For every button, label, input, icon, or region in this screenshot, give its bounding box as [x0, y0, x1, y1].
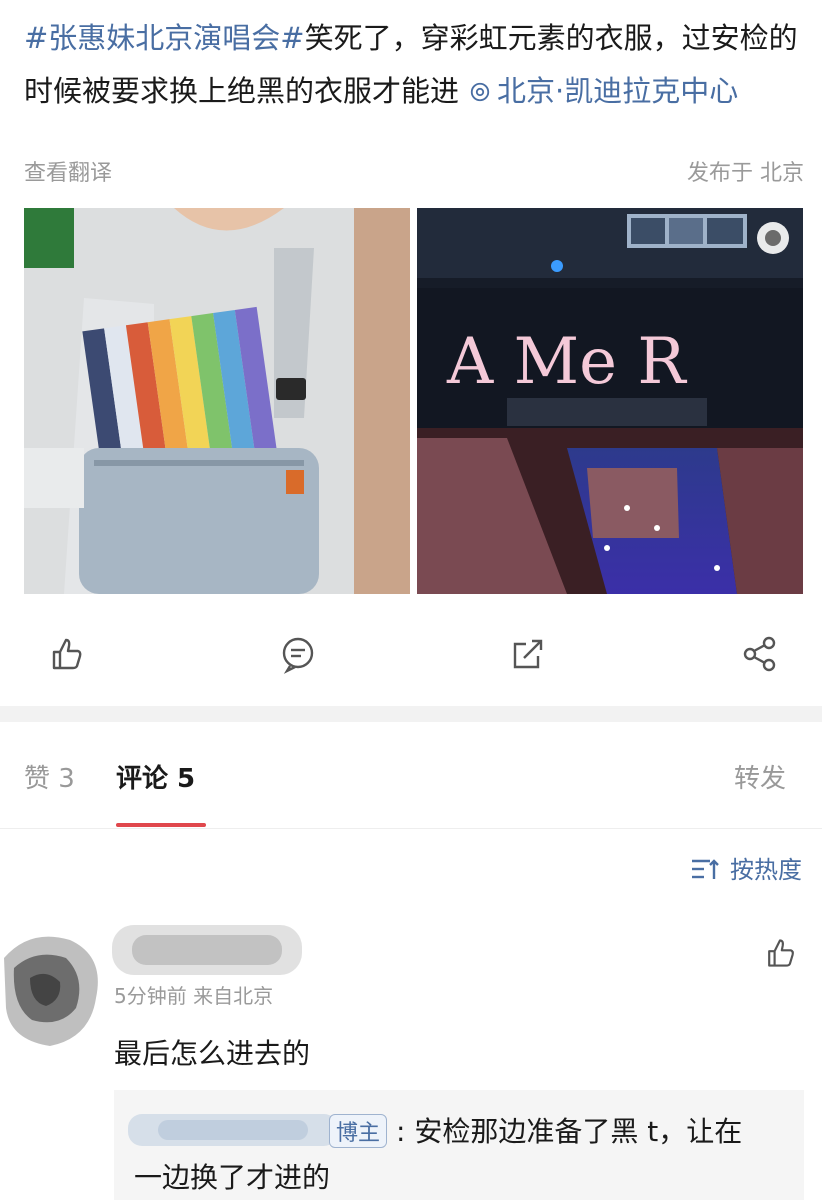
commenter-name-redacted[interactable] — [112, 915, 302, 985]
post-action-bar — [0, 630, 822, 680]
published-location: 发布于 北京 — [687, 161, 804, 186]
reply-author-redacted — [128, 1114, 338, 1146]
tab-likes[interactable]: 赞 3 — [24, 758, 75, 795]
tab-reposts[interactable]: 转发 — [734, 758, 786, 795]
repost-icon[interactable] — [508, 634, 548, 674]
location-link[interactable]: 北京·凯迪拉克中心 — [459, 74, 738, 108]
active-tab-indicator — [116, 823, 206, 827]
interaction-tabs: 赞 3 评论 5 转发 — [0, 740, 822, 829]
post-photo-arena[interactable]: A Me R — [417, 208, 803, 594]
tab-comments[interactable]: 评论 5 — [116, 758, 195, 795]
translate-link[interactable]: 查看翻译 — [24, 161, 112, 186]
post-meta-row: 查看翻译 发布于 北京 — [24, 155, 804, 186]
reply-preview[interactable]: 博主 : 安检那边准备了黑 t，让在 一边换了才进的 — [114, 1090, 804, 1200]
reply-text-line1: : 安检那边准备了黑 t，让在 — [396, 1115, 743, 1148]
reply-text-line2: 一边换了才进的 — [134, 1161, 331, 1194]
sort-label: 按热度 — [730, 856, 802, 884]
comment-text: 最后怎么进去的 — [114, 1037, 311, 1070]
share-icon[interactable] — [740, 634, 780, 674]
commenter-avatar[interactable] — [0, 928, 110, 1048]
hashtag-link[interactable]: #张惠妹北京演唱会# — [24, 21, 305, 55]
comment-meta: 5分钟前 来自北京 — [114, 984, 274, 1008]
location-pin-icon — [470, 82, 490, 102]
sort-icon — [692, 859, 719, 879]
post-photo-shirt[interactable] — [24, 208, 410, 594]
comment-like-icon[interactable] — [762, 935, 798, 971]
stage-screen-text: A Me R — [446, 325, 687, 399]
author-badge: 博主 — [329, 1114, 388, 1148]
sort-toggle[interactable]: 按热度 — [690, 850, 802, 884]
like-icon[interactable] — [46, 634, 86, 674]
section-divider — [0, 706, 822, 722]
post-text: #张惠妹北京演唱会#笑死了，穿彩虹元素的衣服，过安检的时候被要求换上绝黑的衣服才… — [24, 12, 804, 118]
comment-icon[interactable] — [278, 634, 318, 674]
location-label: 北京·凯迪拉克中心 — [497, 74, 739, 108]
